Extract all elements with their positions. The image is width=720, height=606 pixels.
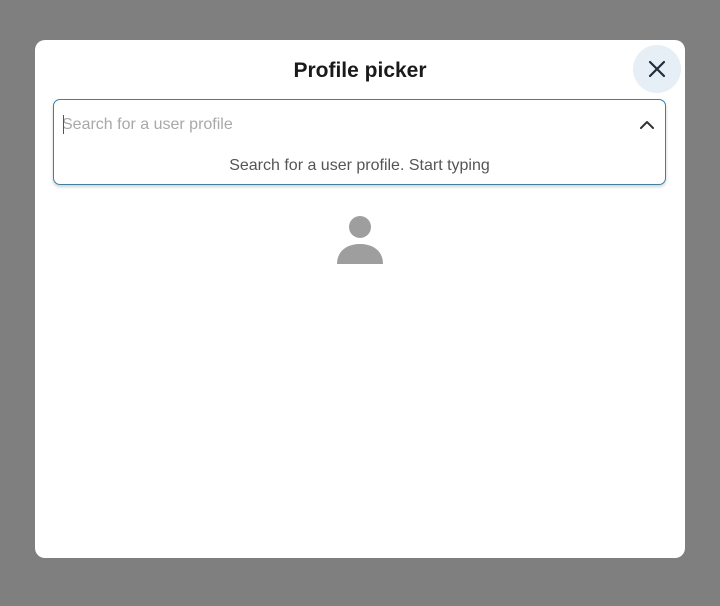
close-icon bbox=[648, 60, 666, 78]
close-button[interactable] bbox=[633, 45, 681, 93]
search-input[interactable] bbox=[62, 112, 622, 138]
person-icon bbox=[337, 216, 383, 264]
collapse-toggle[interactable] bbox=[636, 114, 658, 136]
dialog-title: Profile picker bbox=[293, 59, 427, 82]
profile-search-combobox: Search for a user profile. Start typing bbox=[53, 99, 666, 185]
chevron-up-icon bbox=[640, 121, 654, 129]
search-hint: Search for a user profile. Start typing bbox=[229, 157, 490, 174]
profile-picker-dialog: Profile picker Search for a user profile… bbox=[35, 40, 685, 558]
text-cursor bbox=[63, 115, 64, 134]
